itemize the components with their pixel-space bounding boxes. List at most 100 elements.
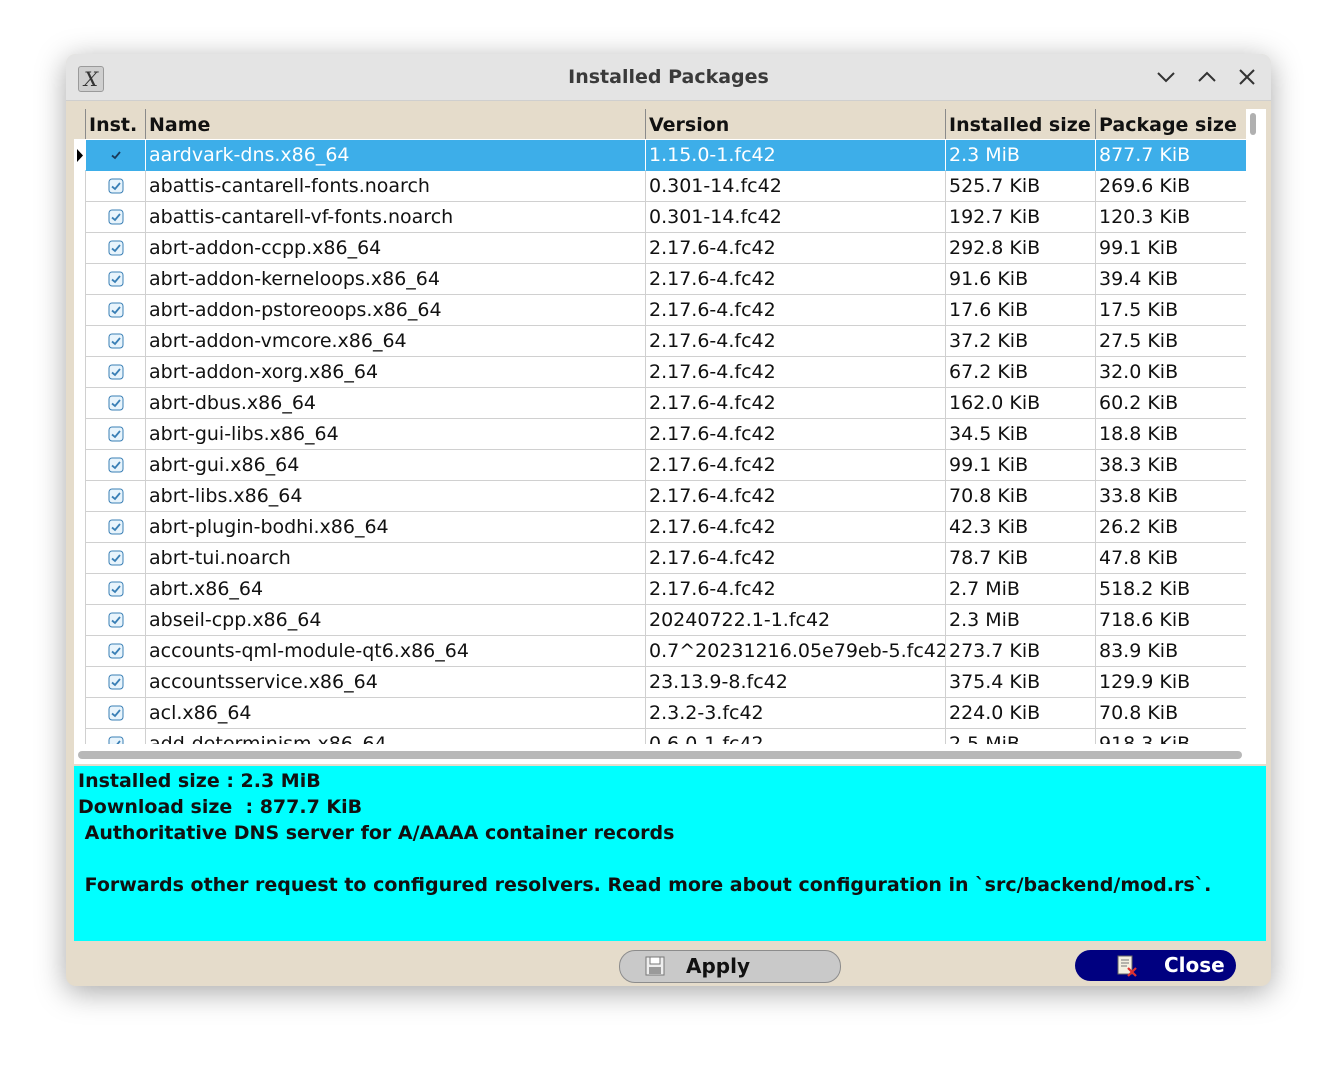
cell-name: abrt-addon-xorg.x86_64 bbox=[145, 357, 645, 388]
installed-checkbox[interactable] bbox=[108, 488, 124, 504]
row-header[interactable] bbox=[74, 667, 85, 698]
row-header[interactable] bbox=[74, 636, 85, 667]
cell-installed-size: 99.1 KiB bbox=[945, 450, 1095, 481]
table-row[interactable]: aardvark-dns.x86_64 1.15.0-1.fc42 2.3 MiB 8… bbox=[74, 140, 1246, 171]
row-header[interactable] bbox=[74, 512, 85, 543]
installed-checkbox[interactable] bbox=[108, 736, 124, 744]
cell-name: accounts-qml-module-qt6.x86_64 bbox=[145, 636, 645, 667]
installed-checkbox[interactable] bbox=[108, 705, 124, 721]
cell-version: 1.15.0-1.fc42 bbox=[645, 140, 945, 171]
column-header-inst[interactable]: Inst. bbox=[85, 109, 145, 139]
row-header[interactable] bbox=[74, 543, 85, 574]
installed-checkbox[interactable] bbox=[108, 457, 124, 473]
maximize-button[interactable] bbox=[1193, 63, 1221, 91]
column-header-package-size[interactable]: Package size bbox=[1095, 109, 1246, 139]
cell-installed-checkbox bbox=[85, 512, 145, 543]
table-row[interactable]: abrt-addon-vmcore.x86_64 2.17.6-4.fc42 37.… bbox=[74, 326, 1246, 357]
row-header[interactable] bbox=[74, 295, 85, 326]
cell-name: abrt-libs.x86_64 bbox=[145, 481, 645, 512]
cell-version: 2.17.6-4.fc42 bbox=[645, 233, 945, 264]
table-row[interactable]: abrt-addon-ccpp.x86_64 2.17.6-4.fc42 292.8… bbox=[74, 233, 1246, 264]
row-header[interactable] bbox=[74, 233, 85, 264]
installed-packages-dialog: X Installed Packages Inst. Name Version … bbox=[66, 54, 1271, 986]
cell-package-size: 129.9 KiB bbox=[1095, 667, 1246, 698]
installed-checkbox[interactable] bbox=[108, 674, 124, 690]
installed-checkbox[interactable] bbox=[108, 271, 124, 287]
close-window-button[interactable] bbox=[1233, 63, 1261, 91]
cell-name: acl.x86_64 bbox=[145, 698, 645, 729]
table-body: aardvark-dns.x86_64 1.15.0-1.fc42 2.3 MiB 8… bbox=[74, 140, 1246, 744]
cell-version: 20240722.1-1.fc42 bbox=[645, 605, 945, 636]
installed-checkbox[interactable] bbox=[108, 519, 124, 535]
minimize-button[interactable] bbox=[1152, 63, 1180, 91]
installed-checkbox[interactable] bbox=[108, 426, 124, 442]
table-row[interactable]: abrt-gui-libs.x86_64 2.17.6-4.fc42 34.5 Ki… bbox=[74, 419, 1246, 450]
close-button[interactable]: Close bbox=[1075, 950, 1236, 981]
row-header[interactable] bbox=[74, 326, 85, 357]
cell-installed-checkbox bbox=[85, 419, 145, 450]
row-header[interactable] bbox=[74, 202, 85, 233]
installed-checkbox[interactable] bbox=[108, 240, 124, 256]
cell-installed-size: 2.3 MiB bbox=[945, 605, 1095, 636]
row-header[interactable] bbox=[74, 264, 85, 295]
cell-name: abrt-gui.x86_64 bbox=[145, 450, 645, 481]
installed-checkbox[interactable] bbox=[108, 643, 124, 659]
apply-changes-button[interactable]: Apply changes bbox=[619, 950, 841, 986]
column-header-version[interactable]: Version bbox=[645, 109, 945, 139]
close-document-icon bbox=[1117, 955, 1137, 977]
installed-checkbox[interactable] bbox=[108, 333, 124, 349]
row-header[interactable] bbox=[74, 729, 85, 744]
details-description: Forwards other request to configured res… bbox=[78, 874, 1212, 896]
installed-checkbox[interactable] bbox=[108, 209, 124, 225]
table-row[interactable]: add-determinism.x86_64 0.6.0-1.fc42 2.5 Mi… bbox=[74, 729, 1246, 744]
installed-checkbox[interactable] bbox=[108, 395, 124, 411]
table-row[interactable]: abrt-gui.x86_64 2.17.6-4.fc42 99.1 KiB 38.3… bbox=[74, 450, 1246, 481]
table-row[interactable]: acl.x86_64 2.3.2-3.fc42 224.0 KiB 70.8 KiB bbox=[74, 698, 1246, 729]
cell-name: abrt-addon-ccpp.x86_64 bbox=[145, 233, 645, 264]
table-row[interactable]: abattis-cantarell-fonts.noarch 0.301-14.f… bbox=[74, 171, 1246, 202]
installed-checkbox[interactable] bbox=[108, 612, 124, 628]
cell-version: 2.17.6-4.fc42 bbox=[645, 295, 945, 326]
table-row[interactable]: accountsservice.x86_64 23.13.9-8.fc42 375.… bbox=[74, 667, 1246, 698]
installed-checkbox[interactable] bbox=[108, 178, 124, 194]
row-header[interactable] bbox=[74, 450, 85, 481]
table-row[interactable]: abrt-plugin-bodhi.x86_64 2.17.6-4.fc42 42.… bbox=[74, 512, 1246, 543]
window-title: Installed Packages bbox=[568, 66, 769, 88]
column-header-installed-size[interactable]: Installed size bbox=[945, 109, 1095, 139]
packages-table[interactable]: Inst. Name Version Installed size Packag… bbox=[74, 109, 1266, 764]
table-row[interactable]: abrt-tui.noarch 2.17.6-4.fc42 78.7 KiB 47.8… bbox=[74, 543, 1246, 574]
table-row[interactable]: abrt-addon-kerneloops.x86_64 2.17.6-4.fc4… bbox=[74, 264, 1246, 295]
table-row[interactable]: abseil-cpp.x86_64 20240722.1-1.fc42 2.3 Mi… bbox=[74, 605, 1246, 636]
table-row[interactable]: abrt-addon-xorg.x86_64 2.17.6-4.fc42 67.2 … bbox=[74, 357, 1246, 388]
table-row[interactable]: abattis-cantarell-vf-fonts.noarch 0.301-1… bbox=[74, 202, 1246, 233]
installed-checkbox[interactable] bbox=[108, 147, 124, 163]
row-header[interactable] bbox=[74, 140, 85, 171]
vertical-scrollbar[interactable] bbox=[1248, 109, 1258, 749]
row-header[interactable] bbox=[74, 481, 85, 512]
row-header[interactable] bbox=[74, 357, 85, 388]
cell-package-size: 47.8 KiB bbox=[1095, 543, 1246, 574]
row-header[interactable] bbox=[74, 171, 85, 202]
cell-name: abrt-addon-vmcore.x86_64 bbox=[145, 326, 645, 357]
installed-checkbox[interactable] bbox=[108, 550, 124, 566]
table-row[interactable]: abrt-libs.x86_64 2.17.6-4.fc42 70.8 KiB 33.… bbox=[74, 481, 1246, 512]
vertical-scrollbar-thumb[interactable] bbox=[1250, 113, 1256, 135]
installed-checkbox[interactable] bbox=[108, 364, 124, 380]
table-row[interactable]: abrt-addon-pstoreoops.x86_64 2.17.6-4.fc4… bbox=[74, 295, 1246, 326]
row-header[interactable] bbox=[74, 388, 85, 419]
row-header[interactable] bbox=[74, 419, 85, 450]
installed-checkbox[interactable] bbox=[108, 302, 124, 318]
row-header[interactable] bbox=[74, 605, 85, 636]
cell-version: 2.3.2-3.fc42 bbox=[645, 698, 945, 729]
table-row[interactable]: abrt-dbus.x86_64 2.17.6-4.fc42 162.0 KiB 60… bbox=[74, 388, 1246, 419]
table-row[interactable]: accounts-qml-module-qt6.x86_64 0.7^202312… bbox=[74, 636, 1246, 667]
row-header[interactable] bbox=[74, 574, 85, 605]
table-row[interactable]: abrt.x86_64 2.17.6-4.fc42 2.7 MiB 518.2 KiB bbox=[74, 574, 1246, 605]
horizontal-scrollbar[interactable] bbox=[78, 751, 1242, 759]
column-header-name[interactable]: Name bbox=[145, 109, 645, 139]
row-header[interactable] bbox=[74, 698, 85, 729]
cell-installed-size: 224.0 KiB bbox=[945, 698, 1095, 729]
installed-checkbox[interactable] bbox=[108, 581, 124, 597]
cell-name: abrt-addon-kerneloops.x86_64 bbox=[145, 264, 645, 295]
cell-version: 2.17.6-4.fc42 bbox=[645, 357, 945, 388]
